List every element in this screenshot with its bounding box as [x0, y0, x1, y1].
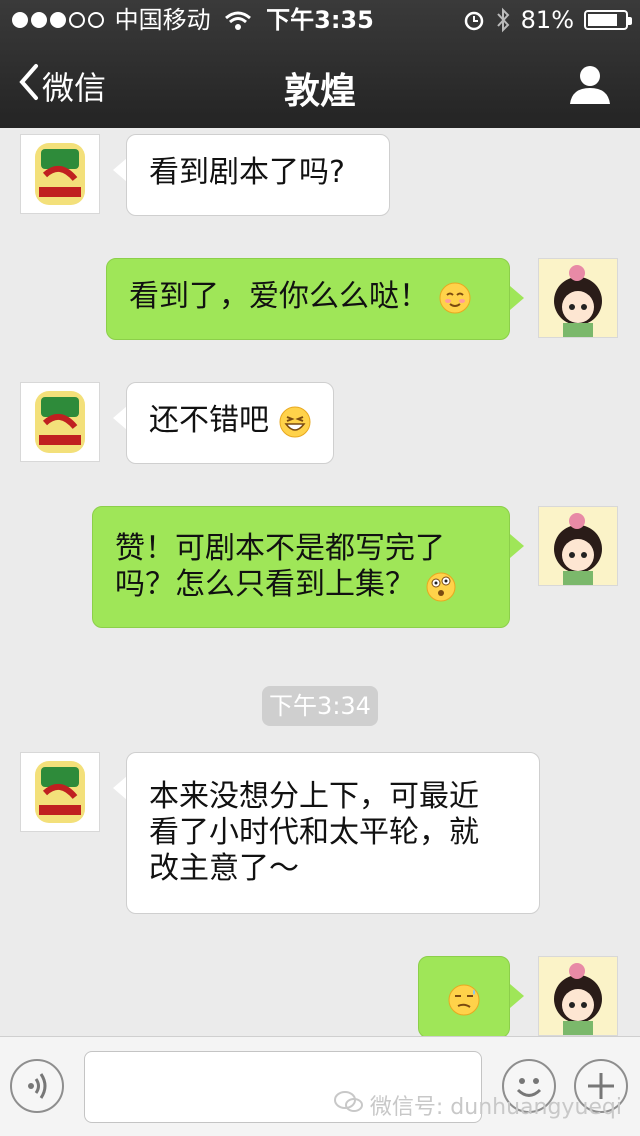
smile-blush-emoji-icon — [439, 282, 471, 314]
status-bar: 中国移动 下午3:35 81% — [0, 0, 640, 40]
message-line: 看了小时代和太平轮，就 — [149, 815, 479, 850]
nav-bar: 微信 敦煌 — [0, 40, 640, 128]
message-line: 赞！可剧本不是都写完了 — [115, 531, 445, 566]
message-line: 本来没想分上下，可最近 — [149, 779, 479, 814]
watermark: 微信号: dunhuangyueqi — [333, 1089, 622, 1121]
bluetooth-icon — [495, 7, 511, 33]
logo-avatar-icon — [35, 761, 85, 823]
profile-button[interactable] — [568, 62, 612, 106]
input-bar: 微信号: dunhuangyueqi — [0, 1036, 640, 1136]
my-avatar[interactable] — [538, 956, 618, 1036]
message-line: 改主意了～ — [149, 851, 299, 886]
battery-icon — [584, 10, 632, 30]
message-line: 吗？怎么只看到上集？ — [115, 567, 415, 602]
girl-avatar-icon — [539, 957, 617, 1035]
chat-title: 敦煌 — [283, 71, 356, 112]
person-icon — [568, 66, 612, 110]
message-bubble-incoming[interactable]: 本来没想分上下，可最近 看了小时代和太平轮，就 改主意了～ — [126, 752, 540, 914]
my-avatar[interactable] — [538, 506, 618, 586]
voice-button[interactable] — [10, 1059, 64, 1113]
time-divider: 下午3:34 — [262, 686, 378, 726]
status-right: 81% — [463, 0, 632, 40]
chat-area[interactable]: 看到剧本了吗? 看到了，爱你么么哒！ 还不错吧 赞！可剧本不是都写完了 吗？怎么… — [0, 128, 640, 1036]
message-text: 看到剧本了吗? — [149, 155, 345, 190]
contact-avatar[interactable] — [20, 382, 100, 462]
message-text: 看到了，爱你么么哒！ — [129, 279, 429, 314]
grin-emoji-icon — [279, 406, 311, 438]
top-bar: 中国移动 下午3:35 81% 微信 敦煌 — [0, 0, 640, 128]
logo-avatar-icon — [35, 391, 85, 453]
wechat-logo-icon — [333, 1090, 364, 1120]
girl-avatar-icon — [539, 507, 617, 585]
battery-percent: 81% — [520, 6, 574, 34]
message-bubble-outgoing[interactable] — [418, 956, 510, 1036]
sweat-smirk-emoji-icon — [448, 984, 480, 1016]
contact-avatar[interactable] — [20, 134, 100, 214]
girl-avatar-icon — [539, 259, 617, 337]
message-bubble-incoming[interactable]: 看到剧本了吗? — [126, 134, 390, 216]
watermark-text: 微信号: dunhuangyueqi — [369, 1095, 622, 1120]
logo-avatar-icon — [35, 143, 85, 205]
message-bubble-incoming[interactable]: 还不错吧 — [126, 382, 334, 464]
my-avatar[interactable] — [538, 258, 618, 338]
dizzy-emoji-icon — [425, 570, 457, 602]
voice-icon — [28, 1073, 47, 1099]
contact-avatar[interactable] — [20, 752, 100, 832]
message-bubble-outgoing[interactable]: 赞！可剧本不是都写完了 吗？怎么只看到上集？ — [92, 506, 510, 628]
alarm-icon — [463, 9, 485, 31]
message-text: 还不错吧 — [149, 403, 269, 438]
message-bubble-outgoing[interactable]: 看到了，爱你么么哒！ — [106, 258, 510, 340]
